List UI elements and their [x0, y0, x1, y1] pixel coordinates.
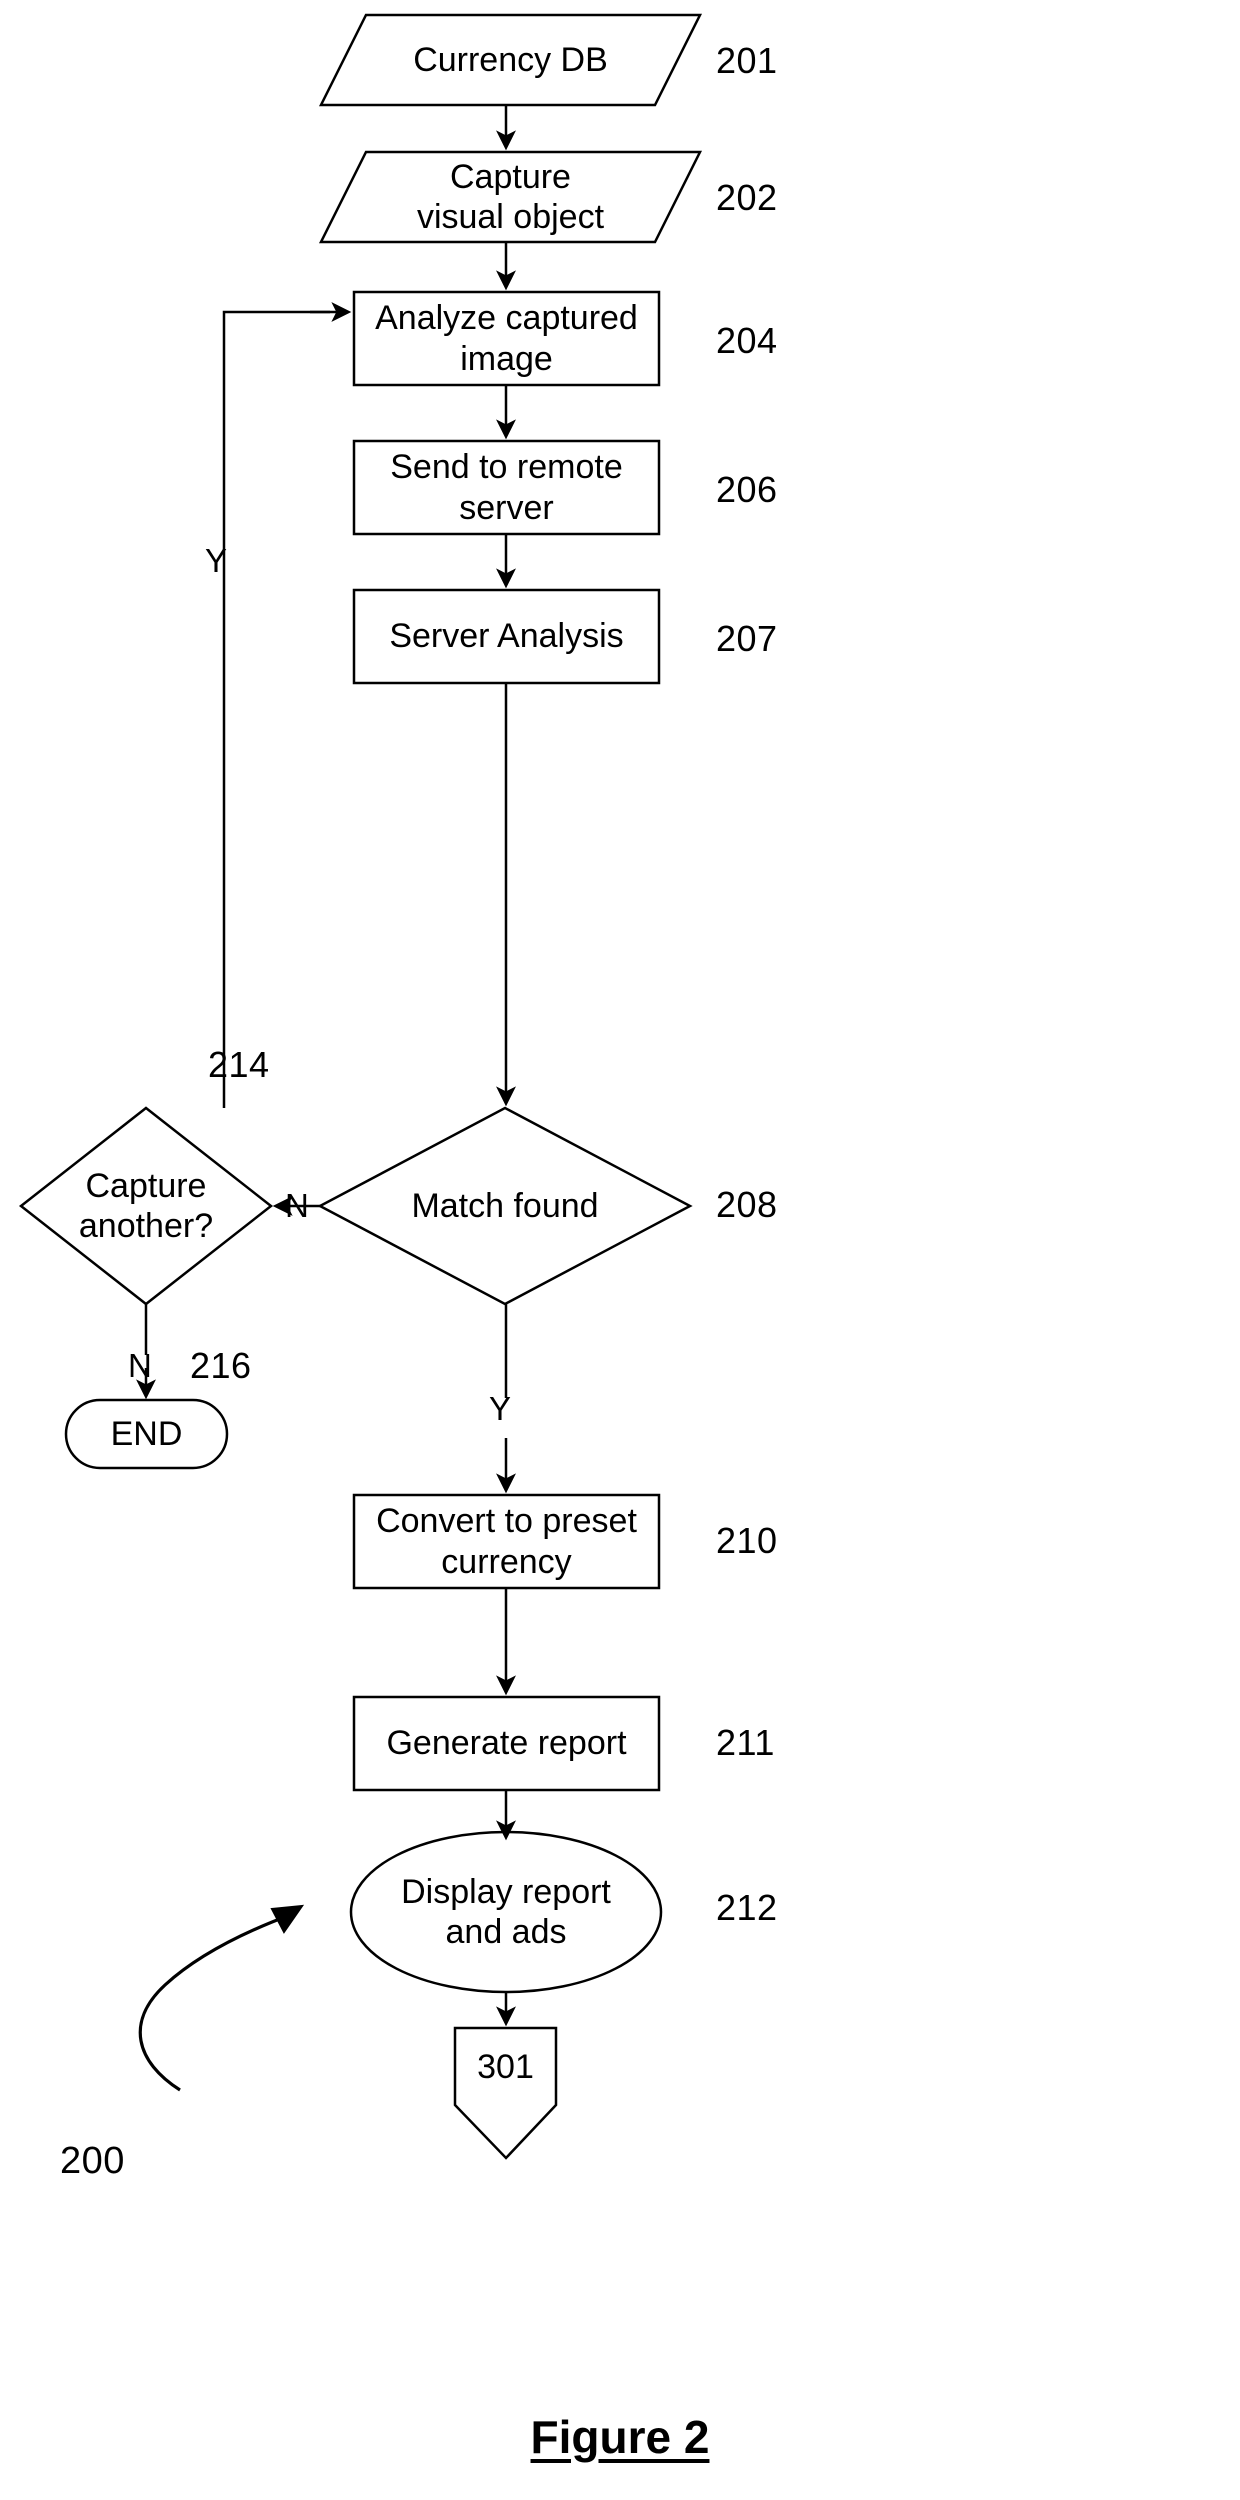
figure-leader-arrowhead — [270, 1904, 305, 1934]
node-analyze-shape — [352, 290, 661, 387]
ref-num-210: 210 — [716, 1520, 778, 1561]
edge-label-capture-again-no: N — [128, 1347, 152, 1384]
flowchart-canvas — [18, 13, 703, 2160]
ref-num-204: 204 — [716, 320, 778, 361]
node-end-shape — [64, 1398, 229, 1470]
node-convert-shape — [352, 1493, 661, 1590]
node-capture-shape — [318, 150, 703, 244]
node-match-found-shape — [317, 1106, 693, 1306]
figure-caption: Figure 2 — [530, 2411, 710, 2463]
node-capture-again-shape — [18, 1106, 274, 1306]
ref-num-211: 211 — [716, 1722, 775, 1763]
ref-num-202: 202 — [716, 177, 778, 218]
ref-num-206: 206 — [716, 469, 778, 510]
flowchart-figure: Currency DB Capture visual object Analyz… — [0, 0, 1240, 2500]
ref-num-208: 208 — [716, 1184, 778, 1225]
node-currency-db-shape — [318, 13, 703, 107]
node-generate-report-shape — [352, 1695, 661, 1792]
node-send-shape — [352, 439, 661, 536]
node-display-shape — [349, 1830, 663, 1994]
edge-captureagain-yes-to-capture — [222, 310, 330, 1108]
node-server-analysis-shape — [352, 588, 661, 685]
figure-leader-arrow — [138, 1913, 291, 2092]
ref-num-214: 214 — [208, 1044, 270, 1085]
edge-label-capture-again-yes: Y — [205, 542, 228, 579]
ref-num-207: 207 — [716, 618, 778, 659]
ref-num-201: 201 — [716, 40, 778, 81]
ref-num-216: 216 — [190, 1345, 252, 1386]
ref-num-212: 212 — [716, 1887, 778, 1928]
node-offpage-connector-shape — [453, 2026, 558, 2160]
ref-num-200: 200 — [60, 2140, 125, 2182]
edge-label-match-yes: Y — [489, 1390, 512, 1427]
edge-label-match-no: N — [285, 1187, 309, 1224]
